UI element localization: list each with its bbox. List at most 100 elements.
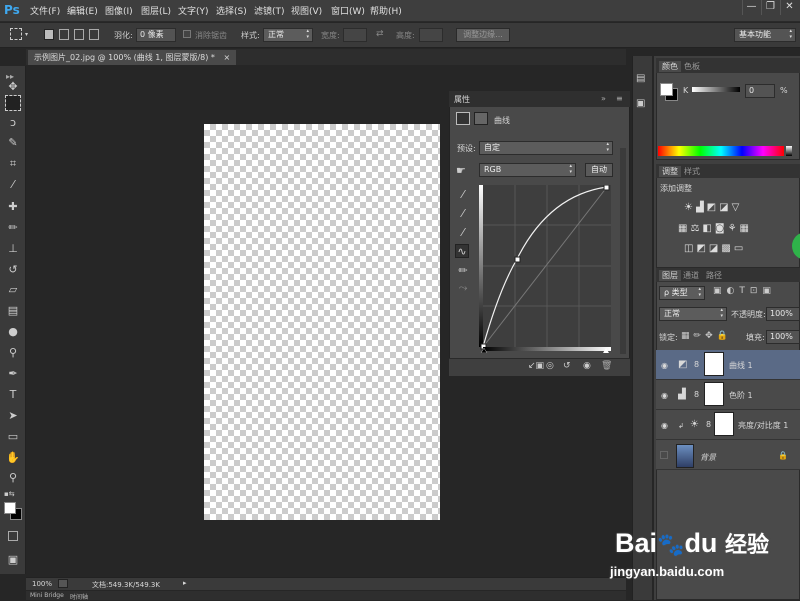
color-spectrum-bar[interactable] (658, 146, 784, 156)
marquee-tool-icon[interactable] (5, 95, 21, 111)
targeted-adjust-hand-icon[interactable]: ☛ (456, 164, 466, 177)
menu-layer[interactable]: 图层(L) (141, 4, 171, 17)
quick-mask-icon[interactable] (8, 531, 18, 541)
document-close-icon[interactable]: × (223, 53, 230, 62)
auto-button[interactable]: 自动 (585, 163, 613, 177)
selective-color-icon[interactable]: ▩ (721, 243, 733, 254)
menu-edit[interactable]: 编辑(E) (67, 4, 98, 17)
clone-stamp-tool-icon[interactable]: ⊥ (6, 242, 20, 256)
rectangle-tool-icon[interactable]: ▭ (6, 430, 20, 444)
k-input[interactable]: 0 (745, 84, 775, 98)
refine-edge-button[interactable]: 调整边缘... (456, 28, 510, 42)
minimize-button[interactable]: — (742, 0, 760, 15)
properties-panel-icon[interactable]: ▣ (636, 98, 645, 109)
menu-help[interactable]: 帮助(H) (370, 4, 402, 17)
document-tab[interactable]: 示例图片_02.jpg @ 100% (曲线 1, 图层蒙版/8) * × (28, 50, 237, 65)
adjust-icons-row1[interactable]: ☀▟◩◪▽ (684, 202, 742, 213)
restore-button[interactable]: ❐ (761, 0, 779, 15)
curve-point-tool-icon[interactable]: ∿ (455, 244, 469, 258)
pen-tool-icon[interactable]: ✒ (6, 367, 20, 381)
curves-adjustment-icon[interactable] (456, 112, 470, 125)
menu-image[interactable]: 图像(I) (105, 4, 133, 17)
tab-adjustments[interactable]: 调整 (659, 166, 681, 177)
add-selection-icon[interactable] (59, 29, 69, 40)
curves-graph[interactable] (479, 185, 611, 353)
tool-preset-chevron-icon[interactable]: ▾ (25, 31, 28, 38)
chain-icon[interactable]: 8 (706, 420, 711, 429)
new-selection-icon[interactable] (44, 29, 54, 40)
type-filter-icon[interactable]: T (739, 286, 750, 296)
vibrance-icon[interactable]: ▽ (732, 202, 743, 213)
default-colors-icon[interactable]: ▪⇆ (4, 490, 15, 498)
k-slider[interactable] (692, 87, 740, 92)
tab-mini-bridge[interactable]: Mini Bridge (30, 592, 64, 599)
color-lookup-icon[interactable]: ▦ (740, 223, 752, 234)
canvas-transparent[interactable] (204, 124, 440, 520)
lock-icons[interactable]: ▦✏✥🔒 (681, 331, 732, 341)
layer-mask-thumb[interactable] (704, 352, 724, 376)
crop-tool-icon[interactable]: ⌗ (6, 157, 20, 171)
channel-select[interactable]: RGB (479, 163, 576, 177)
background-thumb[interactable] (676, 444, 694, 468)
status-arrow-icon[interactable]: ▸ (183, 579, 187, 587)
history-brush-tool-icon[interactable]: ↺ (6, 263, 20, 277)
eyedropper-tool-icon[interactable]: ⁄ (6, 178, 20, 192)
dodge-tool-icon[interactable]: ⚲ (6, 346, 20, 360)
eraser-tool-icon[interactable]: ▱ (6, 283, 20, 297)
preset-select[interactable]: 自定 (479, 141, 613, 155)
lock-paint-icon[interactable]: ✏ (694, 331, 706, 341)
layer-eye-icon[interactable]: ◉ (661, 361, 668, 370)
menu-file[interactable]: 文件(F) (30, 4, 60, 17)
pencil-draw-curve-icon[interactable]: ✏ (456, 264, 470, 278)
color-fg-swatch[interactable] (660, 83, 673, 96)
curves-icon[interactable]: ◩ (707, 202, 719, 213)
lock-pixels-icon[interactable]: ▦ (681, 331, 694, 341)
delete-icon[interactable]: 🗑 (601, 361, 612, 371)
lock-all-icon[interactable]: 🔒 (717, 331, 732, 341)
curve-point-white[interactable] (603, 185, 610, 191)
menu-window[interactable]: 窗口(W) (331, 4, 365, 17)
path-select-tool-icon[interactable]: ➤ (6, 409, 20, 423)
type-tool-icon[interactable]: T (6, 388, 20, 402)
lock-position-icon[interactable]: ✥ (705, 331, 717, 341)
layer-name[interactable]: 亮度/对比度 1 (738, 420, 788, 431)
chain-icon[interactable]: 8 (694, 390, 699, 399)
layer-filter-icons[interactable]: ▣◐T⊡▣ (713, 286, 776, 296)
adjust-icons-row2[interactable]: ▦⚖◧◙⚘▦ (678, 223, 752, 234)
layer-mask-thumb[interactable] (704, 382, 724, 406)
swap-icon[interactable]: ⇄ (376, 29, 384, 39)
healing-brush-tool-icon[interactable]: ✚ (6, 200, 20, 214)
move-tool-icon[interactable]: ✥ (6, 80, 20, 94)
smooth-curve-icon[interactable]: ⤳ (456, 281, 470, 295)
style-select[interactable]: 正常 (263, 28, 313, 42)
panel-menu-icon[interactable]: ≡ (616, 94, 623, 103)
menu-view[interactable]: 视图(V) (291, 4, 322, 17)
adjust-icons-row3[interactable]: ◫◩◪▩▭ (684, 243, 746, 254)
color-balance-icon[interactable]: ⚖ (690, 223, 702, 234)
chain-icon[interactable]: 8 (694, 360, 699, 369)
blur-tool-icon[interactable]: ● (6, 325, 20, 339)
reset-icon[interactable]: ↺ (563, 361, 571, 371)
fill-input[interactable]: 100% (766, 330, 800, 344)
width-input[interactable] (343, 28, 367, 42)
marquee-tool-icon[interactable] (10, 28, 22, 40)
zoom-readout[interactable]: 100% (32, 580, 52, 588)
menu-type[interactable]: 文字(Y) (178, 4, 209, 17)
screen-mode-icon[interactable]: ▣ (6, 553, 20, 567)
view-previous-icon[interactable]: ◎ (546, 361, 554, 371)
hand-tool-icon[interactable]: ✋ (6, 451, 20, 465)
workspace-select[interactable]: 基本功能 (734, 28, 796, 42)
posterize-icon[interactable]: ◩ (696, 243, 708, 254)
gradient-map-icon[interactable]: ▭ (734, 243, 746, 254)
feather-input[interactable]: 0 像素 (136, 28, 176, 42)
shape-filter-icon[interactable]: ⊡ (750, 286, 763, 296)
layer-visibility-box[interactable] (660, 451, 668, 459)
menu-select[interactable]: 选择(S) (216, 4, 247, 17)
opacity-input[interactable]: 100% (766, 307, 800, 321)
visibility-eye-icon[interactable]: ◉ (583, 361, 591, 371)
tab-swatches[interactable]: 色板 (684, 61, 700, 72)
collapse-icon[interactable]: » (601, 94, 606, 103)
height-input[interactable] (419, 28, 443, 42)
layer-name[interactable]: 曲线 1 (729, 360, 753, 371)
levels-icon[interactable]: ▟ (696, 202, 707, 213)
